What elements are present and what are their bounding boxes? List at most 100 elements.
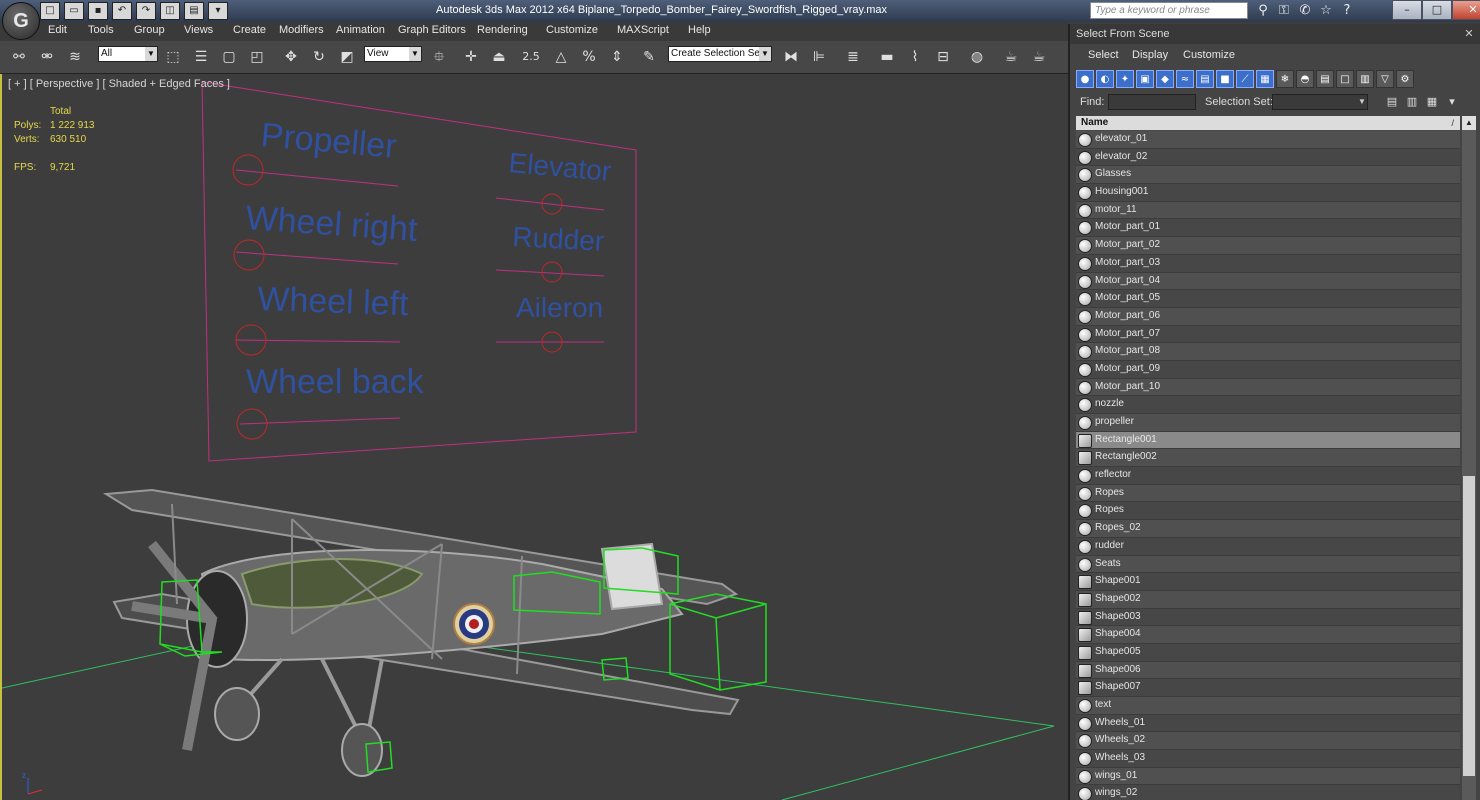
select-all-icon[interactable]: ▤ bbox=[1384, 94, 1400, 110]
project-folder-icon[interactable]: ▤ bbox=[184, 2, 204, 20]
display-containers-icon[interactable]: ▦ bbox=[1256, 70, 1274, 88]
list-item[interactable]: Rectangle002 bbox=[1076, 449, 1460, 468]
menu-help[interactable]: Help bbox=[688, 24, 711, 36]
minimize-button[interactable]: – bbox=[1392, 0, 1422, 20]
list-item[interactable]: Glasses bbox=[1076, 166, 1460, 185]
menu-edit[interactable]: Edit bbox=[48, 24, 67, 36]
angle-snap-icon[interactable]: △ bbox=[550, 46, 572, 68]
name-column-header[interactable]: Name / bbox=[1076, 116, 1460, 130]
layer-manager-icon[interactable]: ≣ bbox=[842, 46, 864, 68]
dialog-menu-select[interactable]: Select bbox=[1088, 49, 1119, 61]
snaps-toggle-icon[interactable]: 2.5 bbox=[520, 46, 542, 68]
display-none-icon[interactable]: □ bbox=[1336, 70, 1354, 88]
dialog-menu-display[interactable]: Display bbox=[1132, 49, 1168, 61]
named-selection-set-dropdown[interactable]: Create Selection Se ▼ bbox=[668, 46, 772, 62]
reference-coordinate-dropdown[interactable]: View ▼ bbox=[364, 46, 422, 62]
open-file-icon[interactable]: ▭ bbox=[64, 2, 84, 20]
menu-modifiers[interactable]: Modifiers bbox=[279, 24, 324, 36]
search-input[interactable]: Type a keyword or phrase bbox=[1090, 2, 1248, 19]
list-item[interactable]: Shape004 bbox=[1076, 626, 1460, 644]
communication-icon[interactable]: ✆ bbox=[1296, 2, 1314, 20]
spinner-snap-icon[interactable]: ⇕ bbox=[606, 46, 628, 68]
material-editor-icon[interactable]: ◍ bbox=[966, 46, 988, 68]
help-icon[interactable]: ? bbox=[1338, 2, 1356, 20]
pivot-center-icon[interactable]: ⯐ bbox=[428, 46, 450, 68]
list-item[interactable]: Motor_part_07 bbox=[1076, 325, 1460, 344]
dialog-menu-customize[interactable]: Customize bbox=[1183, 49, 1235, 61]
maximize-button[interactable]: □ bbox=[1422, 0, 1452, 20]
list-item[interactable]: Shape002 bbox=[1076, 590, 1460, 609]
save-icon[interactable]: ▪ bbox=[88, 2, 108, 20]
list-item[interactable]: wings_01 bbox=[1076, 767, 1460, 786]
list-item[interactable]: Ropes bbox=[1076, 502, 1460, 521]
list-item[interactable]: Ropes bbox=[1076, 484, 1460, 503]
list-item[interactable]: elevator_01 bbox=[1076, 131, 1460, 149]
list-item[interactable]: Shape003 bbox=[1076, 608, 1460, 627]
scale-icon[interactable]: ◩ bbox=[336, 46, 358, 68]
display-space-warps-icon[interactable]: ≈ bbox=[1176, 70, 1194, 88]
filter-settings-icon[interactable]: ⚙ bbox=[1396, 70, 1414, 88]
menu-views[interactable]: Views bbox=[184, 24, 213, 36]
display-frozen-icon[interactable]: ❄ bbox=[1276, 70, 1294, 88]
select-object-icon[interactable]: ⬚ bbox=[162, 46, 184, 68]
selection-filter-dropdown[interactable]: All ▼ bbox=[98, 46, 158, 62]
list-item[interactable]: propeller bbox=[1076, 414, 1460, 432]
move-icon[interactable]: ✥ bbox=[280, 46, 302, 68]
list-item[interactable]: Motor_part_06 bbox=[1076, 307, 1460, 326]
select-manipulate-icon[interactable]: ✛ bbox=[460, 46, 482, 68]
list-item[interactable]: Motor_part_02 bbox=[1076, 237, 1460, 255]
list-item[interactable]: Motor_part_10 bbox=[1076, 378, 1460, 397]
list-item[interactable]: elevator_02 bbox=[1076, 148, 1460, 167]
list-item[interactable]: text bbox=[1076, 697, 1460, 715]
display-hidden-icon[interactable]: ◓ bbox=[1296, 70, 1314, 88]
percent-snap-icon[interactable]: % bbox=[578, 46, 600, 68]
display-invert-icon[interactable]: ▥ bbox=[1356, 70, 1374, 88]
list-item[interactable]: Wheels_02 bbox=[1076, 732, 1460, 751]
display-groups-icon[interactable]: ▤ bbox=[1196, 70, 1214, 88]
list-item[interactable]: Shape007 bbox=[1076, 679, 1460, 697]
list-item[interactable]: Motor_part_09 bbox=[1076, 360, 1460, 379]
undo-icon[interactable]: ↶ bbox=[112, 2, 132, 20]
bind-space-warp-icon[interactable]: ≋ bbox=[64, 46, 86, 68]
list-item[interactable]: Motor_part_05 bbox=[1076, 290, 1460, 308]
list-item[interactable]: Wheels_03 bbox=[1076, 750, 1460, 768]
list-item[interactable]: nozzle bbox=[1076, 396, 1460, 414]
render-setup-icon[interactable]: ☕ bbox=[1000, 46, 1022, 68]
menu-rendering[interactable]: Rendering bbox=[477, 24, 528, 36]
select-none-icon[interactable]: ▥ bbox=[1404, 94, 1420, 110]
mirror-icon[interactable]: ⧓ bbox=[780, 46, 802, 68]
find-input[interactable] bbox=[1108, 94, 1196, 110]
list-item[interactable]: Motor_part_08 bbox=[1076, 343, 1460, 361]
favorites-star-icon[interactable]: ☆ bbox=[1317, 2, 1335, 20]
curve-editor-icon[interactable]: ⌇ bbox=[904, 46, 926, 68]
list-item[interactable]: Shape001 bbox=[1076, 573, 1460, 591]
menu-group[interactable]: Group bbox=[134, 24, 165, 36]
scrollbar-thumb[interactable] bbox=[1463, 476, 1475, 776]
list-item[interactable]: Shape005 bbox=[1076, 643, 1460, 662]
perspective-viewport[interactable]: Propeller Wheel right Wheel left Wheel b… bbox=[0, 74, 1068, 800]
menu-tools[interactable]: Tools bbox=[88, 24, 114, 36]
menu-maxscript[interactable]: MAXScript bbox=[617, 24, 669, 36]
object-list[interactable]: Name / elevator_01 elevator_02 Glasses Hous… bbox=[1076, 116, 1460, 800]
schematic-view-icon[interactable]: ⊟ bbox=[932, 46, 954, 68]
list-item[interactable]: reflector bbox=[1076, 467, 1460, 485]
list-item[interactable]: Motor_part_04 bbox=[1076, 272, 1460, 291]
select-invert-icon[interactable]: ▦ bbox=[1424, 94, 1440, 110]
list-item[interactable]: Shape006 bbox=[1076, 661, 1460, 680]
display-lights-icon[interactable]: ✦ bbox=[1116, 70, 1134, 88]
display-geometry-icon[interactable]: ● bbox=[1076, 70, 1094, 88]
binoculars-icon[interactable]: ⚲ bbox=[1254, 2, 1272, 20]
viewport-scene[interactable]: Propeller Wheel right Wheel left Wheel b… bbox=[2, 74, 1068, 800]
display-xrefs-icon[interactable]: ■ bbox=[1216, 70, 1234, 88]
menu-create[interactable]: Create bbox=[233, 24, 266, 36]
menu-animation[interactable]: Animation bbox=[336, 24, 385, 36]
unlink-icon[interactable]: ⚮ bbox=[36, 46, 58, 68]
list-item[interactable]: Motor_part_03 bbox=[1076, 254, 1460, 273]
list-item[interactable]: wings_02 bbox=[1076, 785, 1460, 800]
list-item[interactable]: Rectangle001 bbox=[1076, 431, 1460, 450]
application-menu-button[interactable]: G bbox=[2, 2, 40, 40]
display-bones-icon[interactable]: ⟋ bbox=[1236, 70, 1254, 88]
window-crossing-icon[interactable]: ◰ bbox=[246, 46, 268, 68]
filter-funnel-icon[interactable]: ▽ bbox=[1376, 70, 1394, 88]
select-by-name-icon[interactable]: ☰ bbox=[190, 46, 212, 68]
